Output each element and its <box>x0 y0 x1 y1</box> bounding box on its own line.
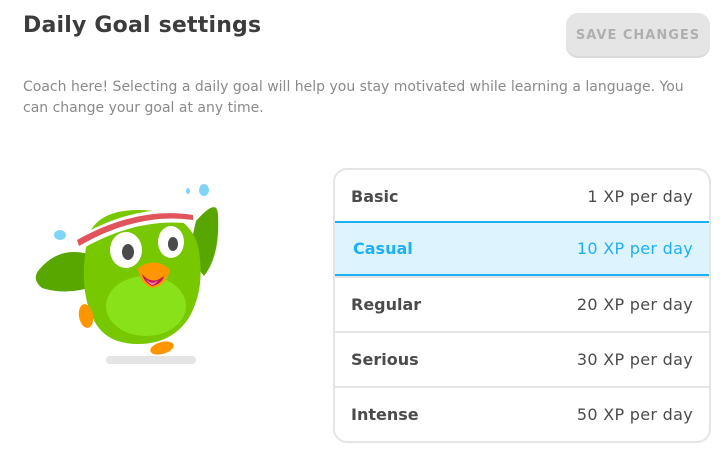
daily-goal-settings-page: Daily Goal settings SAVE CHANGES Coach h… <box>0 0 725 466</box>
goal-xp: 30 XP per day <box>576 350 693 369</box>
goal-option-intense[interactable]: Intense 50 XP per day <box>335 386 709 441</box>
goal-xp: 20 XP per day <box>576 295 693 314</box>
save-changes-button[interactable]: SAVE CHANGES <box>566 13 710 56</box>
goal-xp: 10 XP per day <box>576 239 693 258</box>
page-title: Daily Goal settings <box>23 13 262 38</box>
coach-owl-icon <box>35 184 219 364</box>
daily-goal-options: Basic 1 XP per day Casual 10 XP per day … <box>333 168 711 443</box>
goal-name: Intense <box>351 405 419 424</box>
coach-description: Coach here! Selecting a daily goal will … <box>23 79 684 116</box>
goal-xp: 50 XP per day <box>576 405 693 424</box>
goal-option-regular[interactable]: Regular 20 XP per day <box>335 276 709 331</box>
goal-name: Basic <box>351 187 399 206</box>
coach-owl-illustration <box>28 176 228 376</box>
goal-option-basic[interactable]: Basic 1 XP per day <box>335 170 709 223</box>
goal-name: Serious <box>351 350 419 369</box>
goal-option-serious[interactable]: Serious 30 XP per day <box>335 331 709 386</box>
goal-option-casual[interactable]: Casual 10 XP per day <box>335 221 709 276</box>
goal-name: Regular <box>351 295 422 314</box>
goal-xp: 1 XP per day <box>587 187 693 206</box>
goal-name: Casual <box>353 239 413 258</box>
